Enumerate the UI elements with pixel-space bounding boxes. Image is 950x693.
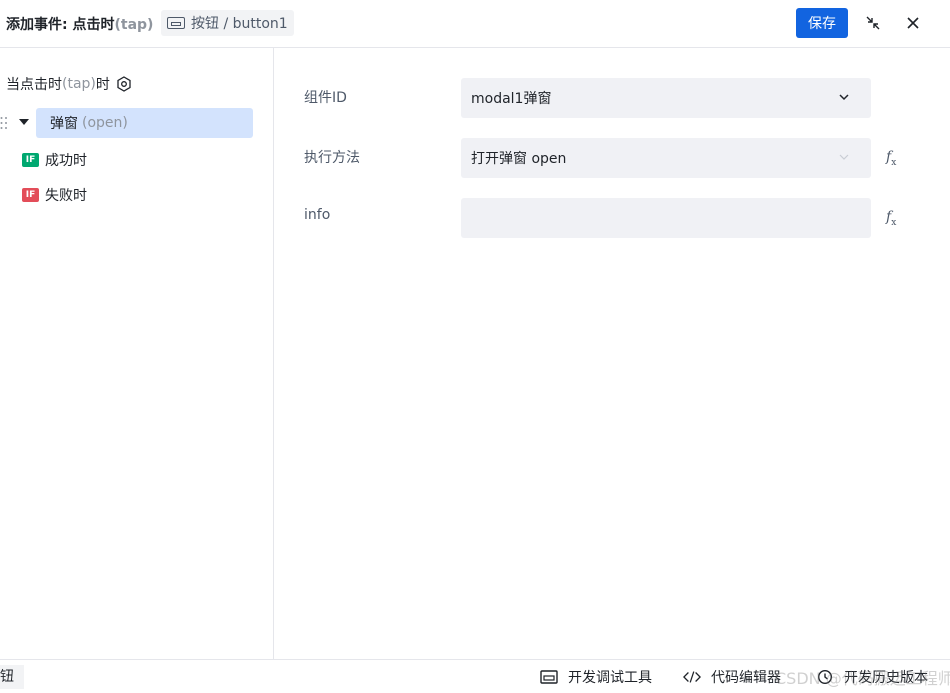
footer-component-tab[interactable]: 钮 [0, 665, 24, 689]
fx-expression-button[interactable]: fx [886, 209, 904, 228]
chevron-down-icon [839, 94, 849, 101]
trigger-row: 当点击时 (tap) 时 [6, 74, 132, 94]
dialog-header: 添加事件: 点击时(tap) 按钮 / button1 保存 [0, 0, 950, 48]
action-item-modal[interactable]: 弹窗 (open) [36, 108, 253, 138]
info-input[interactable] [461, 198, 871, 238]
trigger-suffix: 时 [95, 77, 110, 93]
button-component-icon [167, 17, 185, 29]
fx-sub: x [891, 217, 897, 228]
close-icon[interactable] [903, 13, 923, 33]
code-icon [683, 671, 701, 683]
history-versions-label: 开发历史版本 [844, 670, 928, 686]
method-select[interactable]: 打开弹窗 open [461, 138, 871, 178]
branch-label: 成功时 [45, 153, 87, 169]
event-editor-dialog: 添加事件: 点击时(tap) 按钮 / button1 保存 当点击时 (tap)… [0, 0, 950, 693]
history-icon [817, 669, 833, 685]
component-tag: 按钮 / button1 [161, 10, 294, 36]
component-id-select[interactable]: modal1弹窗 [461, 78, 871, 118]
settings-icon[interactable] [116, 76, 132, 92]
component-id-label: 组件ID [304, 90, 347, 106]
trigger-label: 当点击时 [6, 77, 62, 93]
collapse-caret-icon[interactable] [19, 119, 29, 125]
method-value: 打开弹窗 open [471, 151, 567, 167]
if-badge-icon: IF [22, 153, 39, 167]
drag-handle-icon[interactable] [0, 116, 8, 130]
fx-expression-button[interactable]: fx [886, 149, 904, 168]
fx-sub: x [891, 157, 897, 168]
dialog-title: 添加事件: 点击时(tap) [6, 14, 153, 34]
code-editor-label: 代码编辑器 [711, 670, 781, 686]
action-name: 弹窗 [50, 116, 78, 132]
method-label: 执行方法 [304, 150, 360, 166]
branch-success[interactable]: IF 成功时 [22, 150, 87, 170]
chevron-down-icon [839, 154, 849, 160]
component-tag-label: 按钮 / button1 [191, 16, 288, 32]
title-event: (tap) [114, 17, 154, 33]
action-method: (open) [82, 115, 128, 131]
info-label: info [304, 207, 331, 223]
debug-tools-label: 开发调试工具 [568, 670, 652, 686]
component-id-value: modal1弹窗 [471, 91, 552, 107]
history-versions-button[interactable]: 开发历史版本 [816, 667, 928, 687]
action-tree-panel: 当点击时 (tap) 时 弹窗 (open) IF 成功时 IF 失败时 [0, 48, 274, 659]
if-badge-icon: IF [22, 188, 39, 202]
title-prefix: 添加事件: 点击时 [6, 17, 115, 33]
debug-panel-icon [540, 670, 558, 684]
bottom-toolbar: 钮 开发调试工具 代码编辑器 开发历史版本 CSDN @代码搬运工程师 [0, 659, 950, 693]
save-button[interactable]: 保存 [796, 8, 848, 38]
debug-tools-button[interactable]: 开发调试工具 [540, 667, 652, 687]
trigger-event: (tap) [62, 76, 96, 92]
code-editor-button[interactable]: 代码编辑器 [683, 667, 781, 687]
branch-fail[interactable]: IF 失败时 [22, 185, 87, 205]
minimize-icon[interactable] [863, 13, 883, 33]
branch-label: 失败时 [45, 188, 87, 204]
